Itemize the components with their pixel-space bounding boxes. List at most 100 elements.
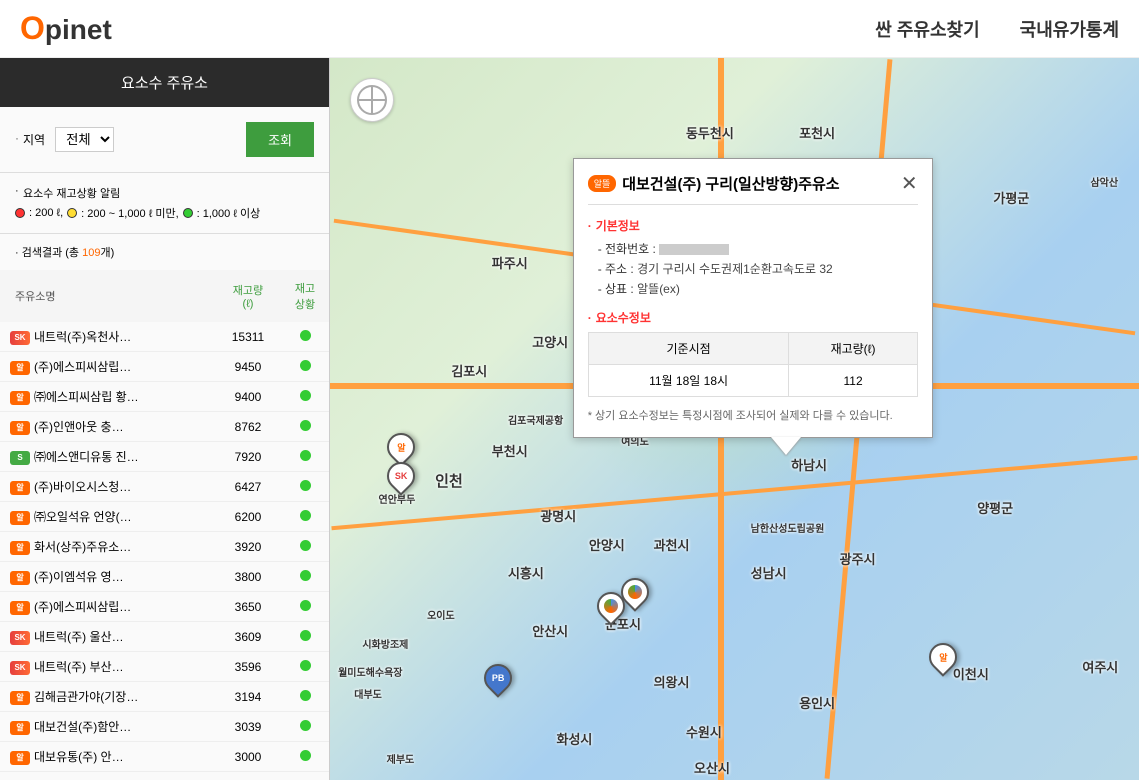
table-row[interactable]: SK내트럭(주) 부산…3596 [0,652,329,682]
col-name[interactable]: 주유소명 [0,270,215,322]
legend-green-text: : 1,000 ℓ 이상 [197,205,261,221]
station-status [281,652,329,682]
station-name-cell[interactable]: 알(주)에스피씨삼립… [0,592,215,622]
popup-brand-badge: 알뜰 [588,175,617,192]
table-row[interactable]: 알화서(상주)주유소…3920 [0,532,329,562]
station-name-cell[interactable]: S㈜에스앤디유통 진… [0,442,215,472]
table-row[interactable]: 알㈜오일석유 언양(…6200 [0,502,329,532]
map-label-sihwa: 시화방조제 [362,636,408,651]
station-inventory: 3920 [215,532,281,562]
popup-address: - 주소 : 경기 구리시 수도권제1순환고속도로 32 [598,260,918,277]
map-label-bucheon: 부천시 [492,441,528,460]
station-name-cell[interactable]: SK내트럭(주)옥천사… [0,322,215,352]
map-label-seongnam: 성남시 [751,563,787,582]
table-row[interactable]: 알(주)에스피씨삼립…3650 [0,592,329,622]
table-row[interactable]: SK내트럭(주) 울산…3609 [0,622,329,652]
map[interactable]: 서울 인천 고양시 김포시 부천시 광명시 안양시 과천시 시흥시 안산시 군포… [330,58,1139,780]
status-dot [300,390,311,401]
station-name-cell[interactable]: 알김해금관가야(기장… [0,682,215,712]
popup-td-inventory: 112 [789,365,917,397]
station-inventory: 2900 [215,772,281,781]
map-label-dongducheon: 동두천시 [686,123,734,142]
col-inventory[interactable]: 재고량 (ℓ) [215,270,281,322]
map-label-gapyeong: 가평군 [993,188,1029,207]
brand-icon: 알 [10,361,30,375]
brand-icon: S [10,451,30,465]
legend-dot-green [183,208,193,218]
table-row[interactable]: 알(주)에스피씨삼립…9450 [0,352,329,382]
status-dot [300,330,311,341]
station-name-cell[interactable]: 알(주)이엠석유 영… [0,562,215,592]
table-row[interactable]: 알대보유통(주) 안…3000 [0,742,329,772]
popup-inventory-table: 기준시점 재고량(ℓ) 11월 18일 18시 112 [588,332,918,397]
map-marker[interactable] [621,578,651,616]
table-row[interactable]: 알대보건설(주)함안…3039 [0,712,329,742]
station-inventory: 9400 [215,382,281,412]
map-label-oido: 오이도 [427,607,455,622]
nav-domestic-stats[interactable]: 국내유가통계 [1020,16,1119,42]
table-row[interactable]: SK내트럭(주)옥천사…15311 [0,322,329,352]
brand-icon: SK [10,631,30,645]
popup-td-time: 11월 18일 18시 [588,365,789,397]
table-row[interactable]: 알(주)인앤아웃 충…8762 [0,412,329,442]
table-row[interactable]: 알김해금관가야(기장…3194 [0,682,329,712]
station-status [281,592,329,622]
station-inventory: 7920 [215,442,281,472]
popup-urea-info-title: 요소수정보 [588,309,918,326]
station-inventory: 6427 [215,472,281,502]
legend-yellow-text: : 200 ~ 1,000 ℓ 미만, [81,205,179,221]
station-name-cell[interactable]: 알대보유통(주) 안… [0,742,215,772]
map-marker[interactable]: SK [387,462,417,500]
station-status [281,532,329,562]
station-inventory: 3596 [215,652,281,682]
search-button[interactable]: 조회 [246,122,314,157]
status-dot [300,630,311,641]
station-status [281,412,329,442]
map-compass[interactable] [350,78,394,122]
table-row[interactable]: 알㈜에스피씨삼립 황…9400 [0,382,329,412]
table-row[interactable]: S㈜에스앤디유통 진…7920 [0,442,329,472]
station-status [281,442,329,472]
table-row[interactable]: 알(주)바이오시스청…6427 [0,472,329,502]
map-label-goyang: 고양시 [532,332,568,351]
station-name-cell[interactable]: SK내트럭(주) 울산… [0,622,215,652]
table-row[interactable]: 알(주)이엠석유 영…3800 [0,562,329,592]
station-status [281,622,329,652]
status-dot [300,780,311,781]
popup-th-inventory: 재고량(ℓ) [789,333,917,365]
map-marker[interactable]: 알 [929,643,959,681]
status-dot [300,600,311,611]
status-dot [300,720,311,731]
map-label-incheon: 인천 [435,470,463,491]
map-label-anyang: 안양시 [589,535,625,554]
brand-icon: 알 [10,541,30,555]
station-status [281,682,329,712]
station-name-cell[interactable]: 알(주)바이오시스청… [0,472,215,502]
station-name-cell[interactable]: 알(주)인앤아웃 충… [0,412,215,442]
station-name-cell[interactable]: 알(주)에스피씨삼립… [0,352,215,382]
table-row[interactable]: 알(주)에스피씨삼립…2900 [0,772,329,781]
station-name-cell[interactable]: 알화서(상주)주유소… [0,532,215,562]
station-name-cell[interactable]: SK내트럭(주) 부산… [0,652,215,682]
map-label-namhansan: 남한산성도립공원 [751,520,825,535]
station-name-cell[interactable]: 알대보건설(주)함안… [0,712,215,742]
station-name-cell[interactable]: 알(주)에스피씨삼립… [0,772,215,781]
status-dot [300,660,311,671]
popup-brand: - 상표 : 알뜰(ex) [598,280,918,297]
brand-icon: 알 [10,511,30,525]
map-label-pocheon: 포천시 [799,123,835,142]
region-select[interactable]: 전체 [55,127,114,152]
col-status[interactable]: 재고 상황 [281,270,329,322]
station-status [281,382,329,412]
map-marker[interactable]: PB [484,664,514,702]
popup-basic-info-title: 기본정보 [588,217,918,234]
close-icon[interactable]: ✕ [901,174,918,194]
logo[interactable]: Opinet [20,10,112,47]
brand-icon: SK [10,661,30,675]
brand-icon: 알 [10,571,30,585]
station-name-cell[interactable]: 알㈜오일석유 언양(… [0,502,215,532]
nav-cheap-stations[interactable]: 싼 주유소찾기 [875,16,979,42]
brand-icon: 알 [10,481,30,495]
map-label-gimpo-airport: 김포국제공항 [508,412,563,427]
station-name-cell[interactable]: 알㈜에스피씨삼립 황… [0,382,215,412]
